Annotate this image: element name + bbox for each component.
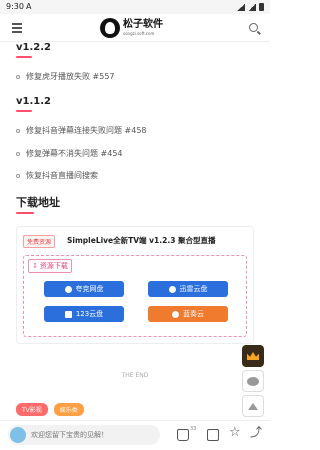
resource-download-text: 资源下载 bbox=[39, 262, 68, 270]
button-label: 夸克网盘 bbox=[75, 285, 104, 293]
xunlei-download-button[interactable]: 迅雷云盘 bbox=[148, 281, 228, 297]
share-icon[interactable]: ⤴ bbox=[250, 426, 262, 438]
status-bar: 9:30 A bbox=[0, 0, 270, 14]
like-icon[interactable] bbox=[177, 429, 189, 441]
free-resource-badge: 免费资源 bbox=[23, 235, 56, 248]
bullet-icon bbox=[16, 128, 20, 133]
heading-underline bbox=[16, 110, 32, 112]
vip-button[interactable] bbox=[242, 345, 264, 367]
list-item: 修复抖音弹幕连接失败问题 #458 bbox=[16, 125, 147, 136]
version-heading: v1.1.2 bbox=[16, 96, 51, 107]
comment-input[interactable]: 欢迎您留下宝贵的见解！ bbox=[8, 425, 160, 445]
like-count: 33 bbox=[190, 426, 197, 432]
tag-tv[interactable]: TV影视 bbox=[16, 403, 48, 416]
button-label: 123云盘 bbox=[75, 310, 104, 318]
button-label: 蓝奏云 bbox=[183, 310, 204, 318]
bullet-icon bbox=[16, 74, 20, 79]
logo-subtitle: songzi.soft.com bbox=[123, 31, 155, 36]
comment-placeholder: 欢迎您留下宝贵的见解！ bbox=[31, 431, 108, 439]
bullet-icon bbox=[16, 173, 20, 178]
bottom-action-bar: 欢迎您留下宝贵的见解！ 33 ☆ ⤴ bbox=[0, 420, 270, 450]
site-logo[interactable]: 松子软件 songzi.soft.com bbox=[100, 18, 163, 38]
pan123-download-button[interactable]: 123云盘 bbox=[44, 306, 124, 322]
list-item-text: 恢复抖音直播间搜索 bbox=[26, 171, 98, 180]
menu-icon[interactable] bbox=[12, 23, 22, 33]
list-item: 修复弹幕不消失问题 #454 bbox=[16, 148, 123, 159]
status-time: 9:30 bbox=[6, 2, 24, 11]
heading-underline bbox=[16, 212, 34, 214]
lanzou-icon bbox=[172, 310, 179, 318]
list-item: 修复虎牙播放失败 #557 bbox=[16, 71, 115, 82]
wechat-button[interactable] bbox=[242, 370, 264, 392]
heading-underline bbox=[16, 56, 32, 58]
search-icon[interactable] bbox=[249, 23, 258, 32]
star-icon[interactable]: ☆ bbox=[229, 426, 241, 439]
quark-icon bbox=[64, 285, 72, 293]
lanzou-download-button[interactable]: 蓝奏云 bbox=[148, 306, 228, 322]
list-item: 恢复抖音直播间搜索 bbox=[16, 170, 98, 181]
pan123-icon bbox=[64, 310, 72, 318]
status-icons bbox=[237, 3, 264, 11]
top-header: 松子软件 songzi.soft.com bbox=[0, 14, 270, 42]
resource-download-label: ⇩ 资源下载 bbox=[28, 259, 72, 273]
bullet-icon bbox=[16, 151, 20, 156]
comment-icon[interactable] bbox=[207, 429, 219, 441]
download-card: 免费资源 SimpleLive全新TV端 v1.2.3 聚合型直播 ⇩ 资源下载… bbox=[16, 226, 254, 344]
list-item-text: 修复抖音弹幕连接失败问题 #458 bbox=[26, 126, 147, 135]
logo-name: 松子软件 bbox=[123, 19, 163, 30]
the-end-divider: THE END bbox=[121, 372, 149, 379]
tag-entertainment[interactable]: 娱乐类 bbox=[53, 403, 84, 416]
button-label: 迅雷云盘 bbox=[179, 285, 208, 293]
arrow-up-icon bbox=[248, 402, 258, 410]
wechat-icon bbox=[247, 376, 259, 386]
quark-download-button[interactable]: 夸克网盘 bbox=[44, 281, 124, 297]
squirrel-logo-icon bbox=[100, 18, 120, 38]
xunlei-icon bbox=[168, 285, 176, 293]
status-app-icon: A bbox=[26, 2, 32, 11]
avatar bbox=[10, 427, 26, 443]
list-item-text: 修复弹幕不消失问题 #454 bbox=[26, 149, 123, 158]
tag-list: TV影视 娱乐类 bbox=[16, 403, 84, 416]
back-to-top-button[interactable] bbox=[242, 395, 264, 417]
signal-icon bbox=[248, 3, 256, 11]
version-heading: v1.2.2 bbox=[16, 42, 51, 53]
crown-icon bbox=[247, 352, 259, 360]
download-section-title: 下载地址 bbox=[16, 196, 60, 209]
wifi-icon bbox=[237, 3, 245, 11]
battery-icon bbox=[259, 3, 264, 11]
resource-title[interactable]: SimpleLive全新TV端 v1.2.3 聚合型直播 bbox=[67, 235, 216, 246]
download-icon: ⇩ bbox=[32, 262, 38, 270]
list-item-text: 修复虎牙播放失败 #557 bbox=[26, 72, 115, 81]
download-box: ⇩ 资源下载 夸克网盘 迅雷云盘 123云盘 蓝奏云 bbox=[23, 255, 247, 337]
